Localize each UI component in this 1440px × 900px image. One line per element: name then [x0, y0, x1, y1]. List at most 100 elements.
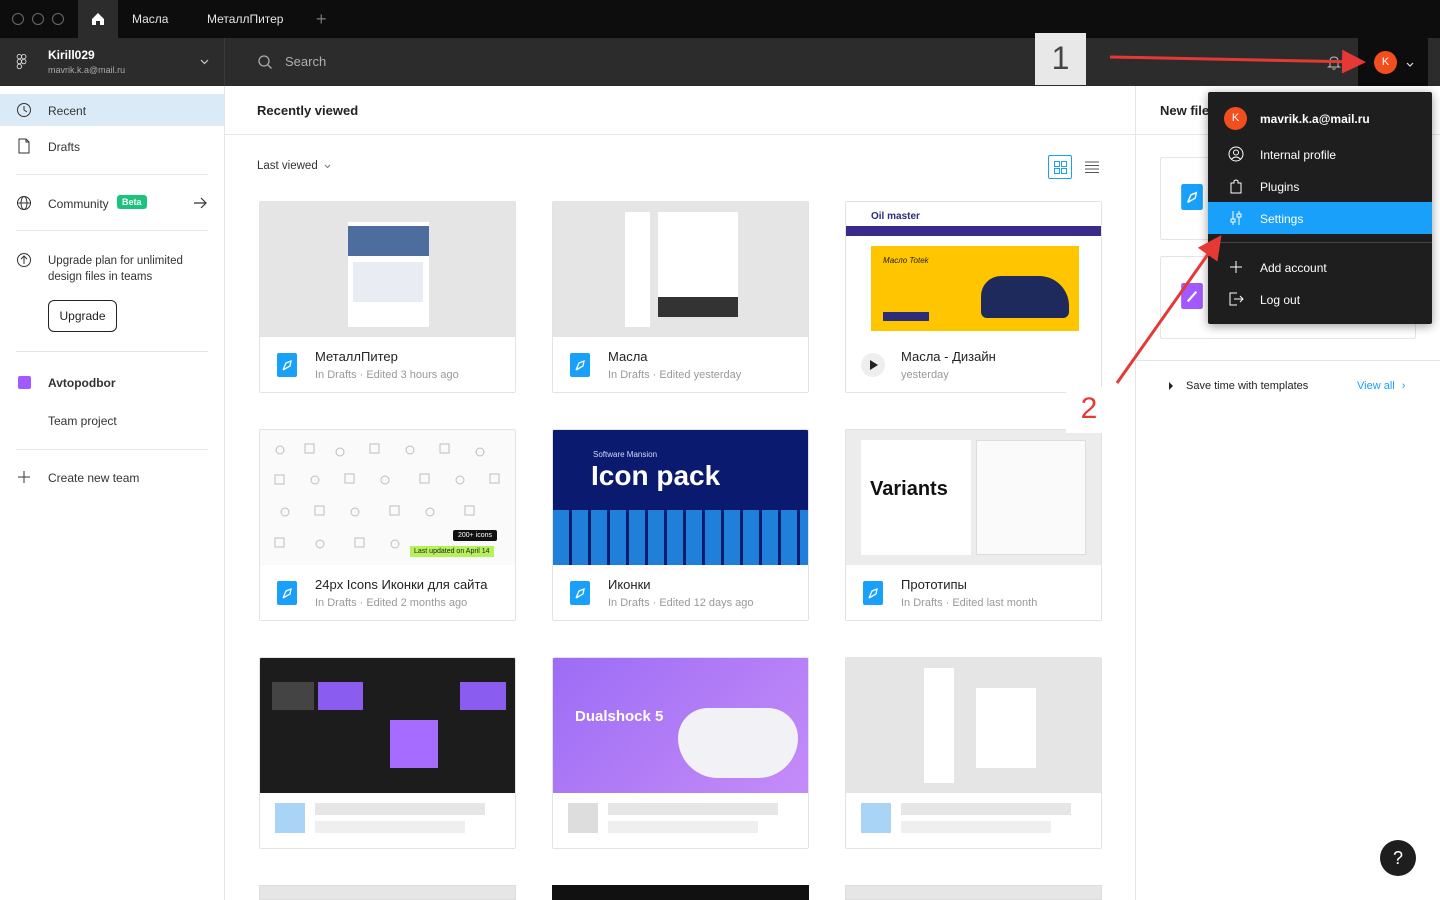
figma-file-icon: [570, 353, 590, 377]
thumbnail-title: Dualshock 5: [575, 708, 664, 725]
file-card[interactable]: [552, 885, 809, 900]
sidebar-item-label: Community: [48, 197, 109, 211]
help-button[interactable]: ?: [1380, 840, 1416, 876]
play-icon: [870, 360, 878, 370]
figma-file-icon: [277, 353, 297, 377]
file-card[interactable]: Oil master Масло Totek Масла - Дизайн ye…: [845, 201, 1102, 393]
thumbnail-updated: Last updated on April 14: [410, 546, 494, 557]
view-all-label: View all: [1357, 380, 1395, 392]
thumbnail-block: [658, 297, 738, 317]
thumbnail-page: [625, 212, 650, 327]
user-menu-button[interactable]: K: [1358, 38, 1428, 86]
menu-item-add-account[interactable]: Add account: [1208, 251, 1432, 283]
file-card[interactable]: Software Mansion Icon pack Иконки In Dra…: [552, 429, 809, 621]
new-file-title: New file: [1160, 103, 1210, 118]
thumbnail-badge: 200+ icons: [453, 530, 498, 541]
file-name: Масла: [608, 349, 648, 364]
sort-dropdown[interactable]: Last viewed: [257, 160, 331, 172]
tab-bar: Масла МеталлПитер +: [0, 0, 1440, 38]
new-tab-button[interactable]: +: [316, 9, 327, 30]
file-name: Масла - Дизайн: [901, 349, 996, 364]
prototype-play-button[interactable]: [861, 353, 885, 377]
blurred-icon: [275, 803, 305, 833]
thumbnail-title: Variants: [870, 478, 948, 500]
blurred-text: [608, 803, 778, 815]
file-thumbnail: Oil master Масло Totek: [846, 202, 1101, 337]
upgrade-button[interactable]: Upgrade: [48, 300, 117, 332]
bell-icon[interactable]: [1327, 55, 1341, 70]
tab-home[interactable]: [78, 0, 118, 38]
thumbnail-page: [348, 222, 429, 327]
grid-view-button[interactable]: [1048, 155, 1072, 179]
file-meta: In Drafts · Edited 12 days ago: [608, 597, 754, 609]
tab-masla[interactable]: Масла: [132, 0, 168, 38]
menu-item-account[interactable]: K mavrik.k.a@mail.ru: [1208, 102, 1432, 134]
account-switcher[interactable]: Kirill029 mavrik.k.a@mail.ru: [0, 38, 225, 86]
file-card[interactable]: [845, 885, 1102, 900]
logout-icon: [1229, 292, 1244, 306]
tab-metallpiter[interactable]: МеталлПитер: [207, 0, 283, 38]
search-bar: Search: [225, 38, 1440, 86]
chevron-right-icon: ›: [1401, 380, 1406, 392]
thumbnail-block: [390, 720, 438, 768]
upgrade-text-line: design files in teams: [48, 271, 153, 283]
sidebar-item-drafts[interactable]: Drafts: [0, 130, 224, 162]
window-close-button[interactable]: [12, 13, 24, 25]
chevron-down-icon: [200, 59, 209, 65]
file-card[interactable]: [259, 885, 516, 900]
sidebar-item-recent[interactable]: Recent: [0, 94, 224, 126]
sidebar-item-team[interactable]: Avtopodbor: [0, 366, 224, 398]
arrow-right-icon: [194, 197, 207, 209]
beta-badge: Beta: [117, 195, 147, 209]
thumbnail-title: Icon pack: [591, 460, 721, 491]
figma-file-icon: [570, 581, 590, 605]
divider: [16, 449, 208, 450]
thumbnail-nav: [846, 226, 1101, 236]
divider: [1136, 360, 1440, 361]
file-card[interactable]: 200+ icons Last updated on April 14 24px…: [259, 429, 516, 621]
caret-right-icon[interactable]: [1168, 382, 1174, 390]
menu-item-settings[interactable]: Settings: [1208, 202, 1432, 234]
divider: [16, 351, 208, 352]
file-card[interactable]: [259, 657, 516, 849]
upgrade-text: Upgrade plan for unlimited design files …: [48, 253, 183, 285]
icon-pattern-thumbnail: [274, 443, 500, 549]
menu-label: Internal profile: [1260, 148, 1337, 162]
upgrade-text-line: Upgrade plan for unlimited: [48, 255, 183, 267]
sidebar-item-community[interactable]: Community Beta: [0, 187, 224, 219]
file-card[interactable]: Variants Прототипы In Drafts · Edited la…: [845, 429, 1102, 621]
file-name: МеталлПитер: [315, 349, 398, 364]
file-name: 24px Icons Иконки для сайта: [315, 577, 488, 592]
window-minimize-button[interactable]: [32, 13, 44, 25]
menu-label: Settings: [1260, 212, 1304, 226]
file-thumbnail: [260, 658, 515, 793]
thumbnail-block: [353, 262, 423, 302]
sidebar-item-label: Create new team: [48, 471, 140, 485]
file-card[interactable]: [845, 657, 1102, 849]
file-thumbnail: Dualshock 5: [553, 658, 808, 793]
thumbnail-page: [976, 440, 1086, 555]
menu-item-plugins[interactable]: Plugins: [1208, 170, 1432, 202]
menu-label: Plugins: [1260, 180, 1300, 194]
menu-label: Add account: [1260, 261, 1327, 275]
templates-label: Save time with templates: [1186, 380, 1309, 392]
menu-item-internal-profile[interactable]: Internal profile: [1208, 138, 1432, 170]
file-card[interactable]: Масла In Drafts · Edited yesterday: [552, 201, 809, 393]
sidebar-item-label: Recent: [48, 104, 87, 118]
page-title: Recently viewed: [257, 103, 359, 118]
file-thumbnail: 200+ icons Last updated on April 14: [260, 430, 515, 565]
search-input[interactable]: Search: [285, 54, 326, 69]
file-card[interactable]: МеталлПитер In Drafts · Edited 3 hours a…: [259, 201, 516, 393]
chevron-down-icon: [324, 164, 331, 169]
view-all-link[interactable]: View all ›: [1357, 380, 1405, 392]
thumbnail-subtitle: Software Mansion: [593, 450, 658, 459]
list-view-button[interactable]: [1080, 155, 1104, 179]
main-content: Recently viewed Last viewed МеталлПитер …: [225, 86, 1135, 900]
file-card[interactable]: Dualshock 5: [552, 657, 809, 849]
clock-icon: [17, 103, 31, 117]
thumbnail-page: [976, 688, 1036, 768]
window-zoom-button[interactable]: [52, 13, 64, 25]
sidebar-item-team-project[interactable]: Team project: [0, 404, 224, 436]
create-team-button[interactable]: Create new team: [0, 461, 224, 493]
menu-item-log-out[interactable]: Log out: [1208, 283, 1432, 315]
